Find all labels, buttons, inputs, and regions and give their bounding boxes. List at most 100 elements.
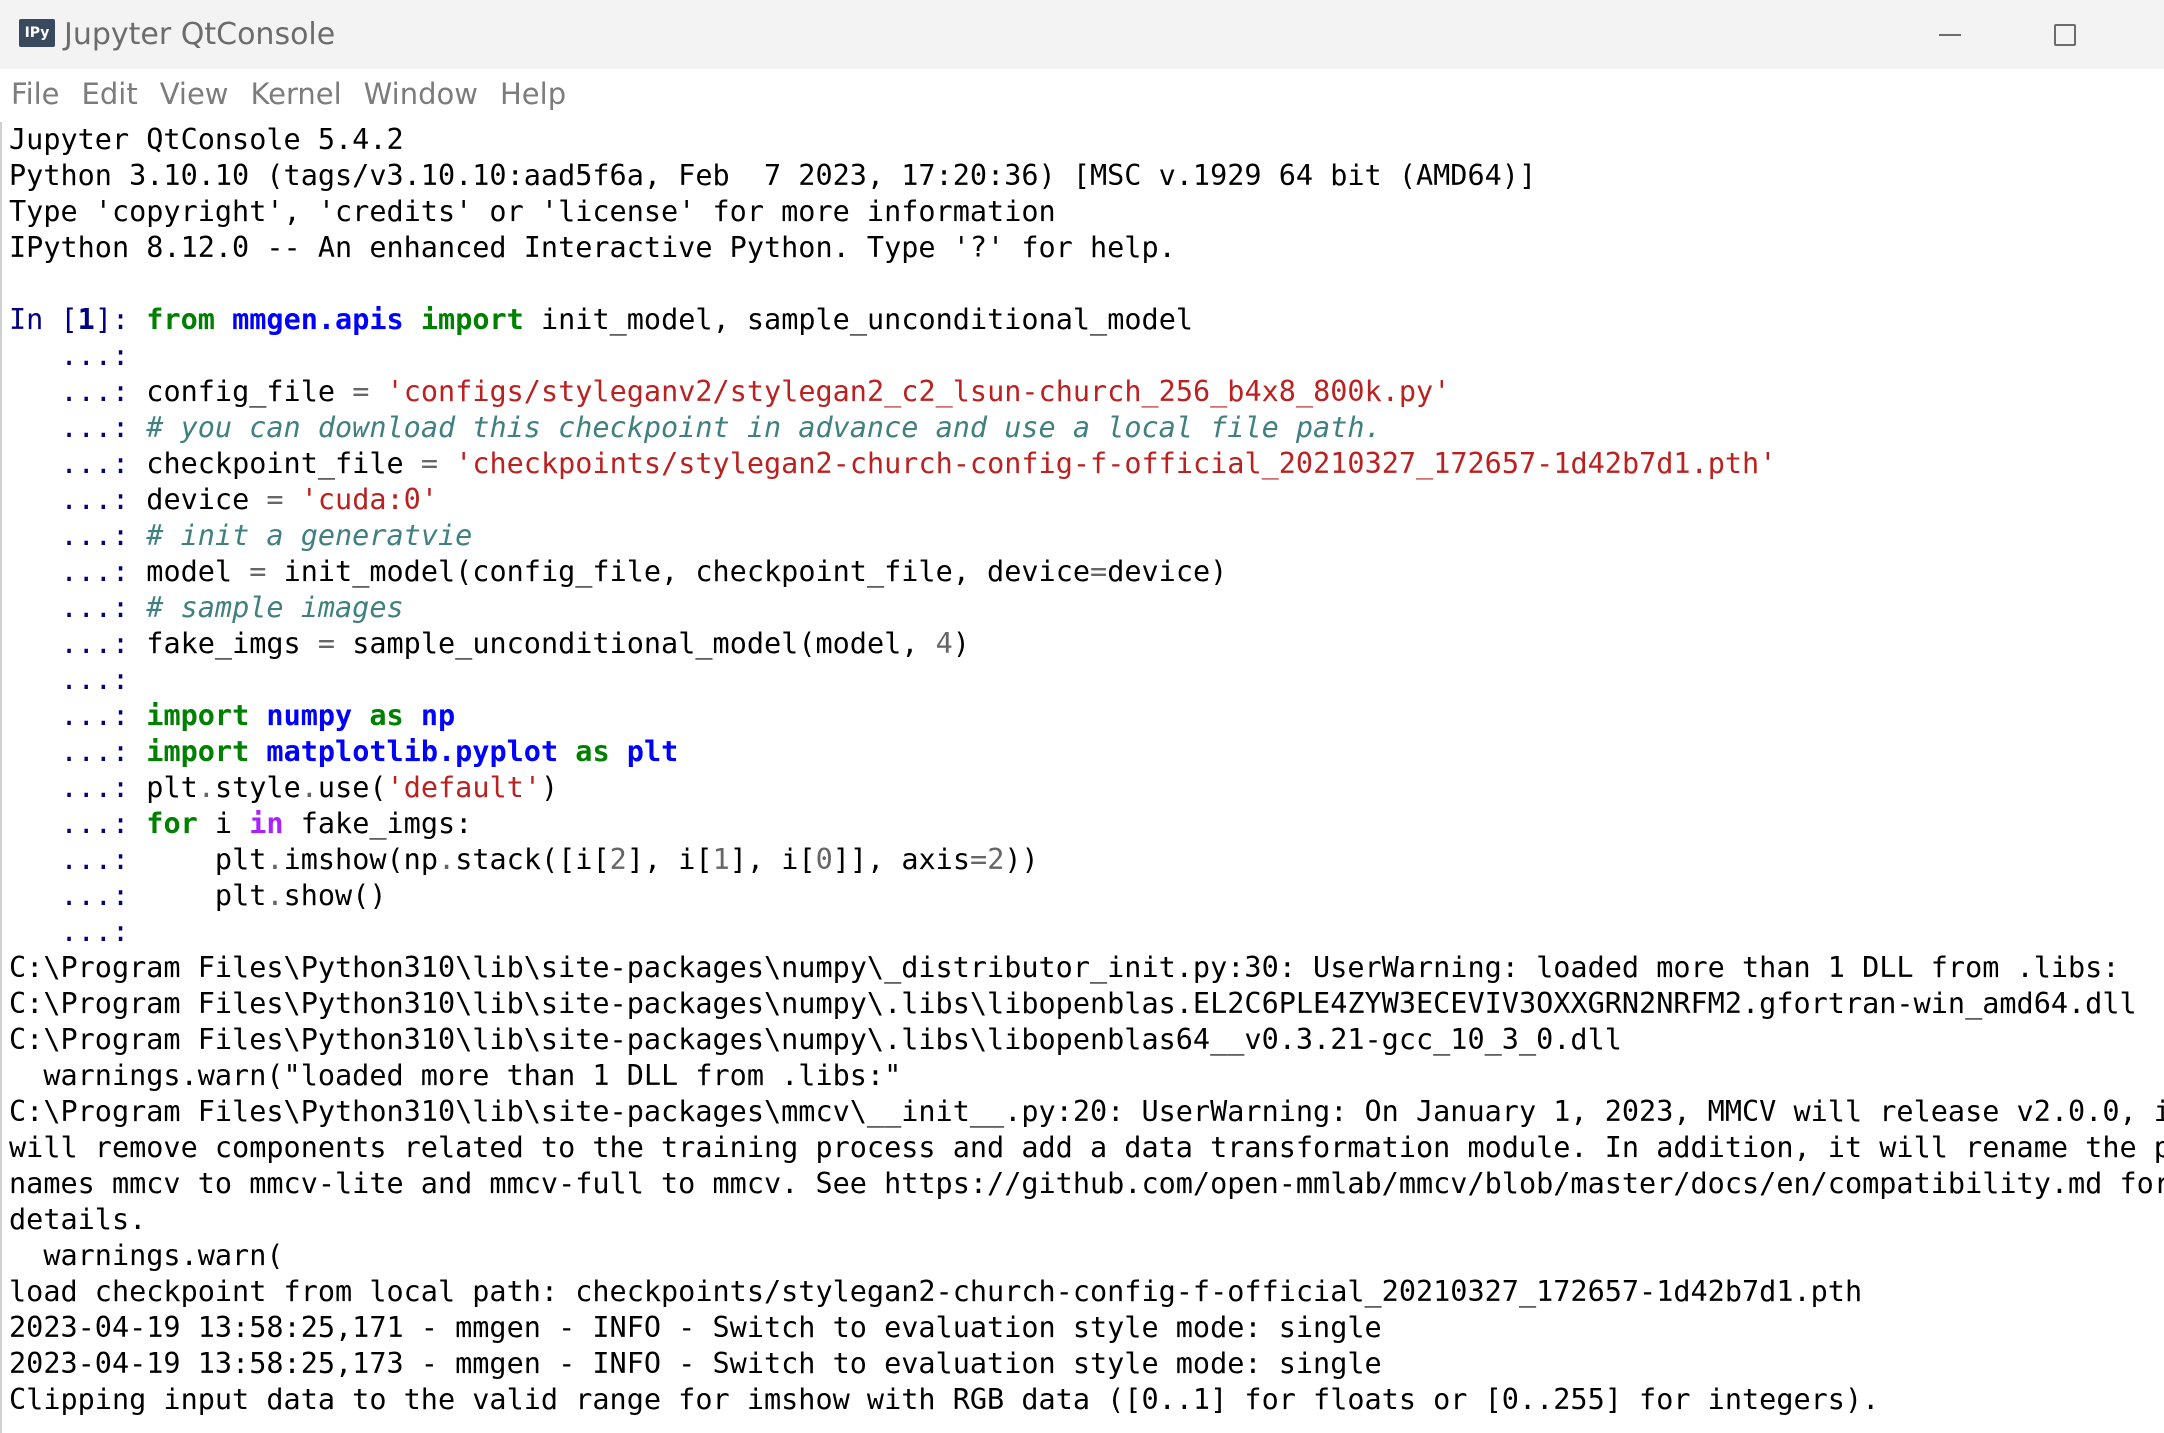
- continuation-prompt: ...:: [9, 447, 147, 480]
- number-literal: 2: [987, 843, 1005, 876]
- code-text: imshow(np: [283, 843, 439, 876]
- code-text: config_file: [146, 375, 353, 408]
- number-literal: 2: [609, 843, 627, 876]
- code-text: model: [146, 555, 250, 588]
- continuation-line: ...: model = init_model(config_file, che…: [9, 554, 2164, 590]
- operator: =: [266, 483, 284, 516]
- continuation-line: ...: config_file = 'configs/styleganv2/s…: [9, 374, 2164, 410]
- continuation-line: ...:: [9, 914, 2164, 950]
- code-text: ): [952, 627, 970, 660]
- continuation-line: ...: fake_imgs = sample_unconditional_mo…: [9, 626, 2164, 662]
- operator: =: [970, 843, 988, 876]
- keyword: import: [146, 699, 250, 732]
- code-text: ]], axis: [832, 843, 971, 876]
- code-text: ], i[: [729, 843, 816, 876]
- menu-kernel[interactable]: Kernel: [251, 77, 342, 111]
- output-line: details.: [9, 1203, 147, 1236]
- banner-line: Jupyter QtConsole 5.4.2: [9, 123, 404, 156]
- operator: .: [438, 843, 456, 876]
- number-literal: 0: [815, 843, 833, 876]
- code-text: plt: [214, 879, 267, 912]
- banner-line: Python 3.10.10 (tags/v3.10.10:aad5f6a, F…: [9, 159, 1537, 192]
- continuation-prompt: ...:: [9, 483, 147, 516]
- code-text: fake_imgs: [146, 627, 318, 660]
- code-text: style: [214, 771, 301, 804]
- continuation-line: ...: for i in fake_imgs:: [9, 806, 2164, 842]
- code-text: )): [1004, 843, 1039, 876]
- minimize-button[interactable]: [1905, 0, 1995, 69]
- code-text: checkpoint_file: [146, 447, 421, 480]
- banner-line: IPython 8.12.0 -- An enhanced Interactiv…: [9, 231, 1176, 264]
- continuation-prompt: ...:: [9, 591, 147, 624]
- operator: =: [420, 447, 438, 480]
- continuation-prompt: ...:: [9, 627, 147, 660]
- output-line: C:\Program Files\Python310\lib\site-pack…: [9, 987, 2137, 1020]
- maximize-button[interactable]: [2020, 0, 2110, 69]
- output-line: C:\Program Files\Python310\lib\site-pack…: [9, 1023, 1622, 1056]
- code-text: init_model(config_file, checkpoint_file,…: [266, 555, 1091, 588]
- continuation-prompt: ...:: [9, 879, 147, 912]
- operator: .: [266, 843, 284, 876]
- keyword: in: [249, 807, 284, 840]
- continuation-line: ...: device = 'cuda:0': [9, 482, 2164, 518]
- number-literal: 4: [935, 627, 953, 660]
- code-text: i: [197, 807, 250, 840]
- code-text: ], i[: [626, 843, 713, 876]
- output-line: load checkpoint from local path: checkpo…: [9, 1275, 1863, 1308]
- keyword: from: [146, 303, 215, 336]
- continuation-prompt: ...:: [9, 735, 147, 768]
- prompt-label: In [: [9, 303, 78, 336]
- keyword: for: [146, 807, 198, 840]
- continuation-line: ...: # init a generatvie: [9, 518, 2164, 554]
- continuation-line: ...:: [9, 338, 2164, 374]
- keyword: as: [575, 735, 610, 768]
- code-text: fake_imgs:: [283, 807, 473, 840]
- string-literal: 'checkpoints/stylegan2-church-config-f-o…: [455, 447, 1777, 480]
- code-text: ): [540, 771, 559, 804]
- operator: .: [197, 771, 215, 804]
- code-text: use(: [317, 771, 387, 804]
- continuation-prompt: ...:: [9, 411, 147, 444]
- output-line: warnings.warn("loaded more than 1 DLL fr…: [9, 1059, 902, 1092]
- output-line: 2023-04-19 13:58:25,173 - mmgen - INFO -…: [9, 1347, 1382, 1380]
- keyword: as: [369, 699, 404, 732]
- console-area[interactable]: Jupyter QtConsole 5.4.2 Python 3.10.10 (…: [0, 122, 2164, 1433]
- menu-view[interactable]: View: [160, 77, 229, 111]
- continuation-line: ...: plt.show(): [9, 878, 2164, 914]
- code-text: show(): [283, 879, 387, 912]
- continuation-prompt: ...:: [9, 843, 147, 876]
- keyword: import: [420, 303, 524, 336]
- prompt-number: 1: [77, 303, 95, 336]
- string-literal: 'default': [386, 771, 541, 804]
- operator: .: [300, 771, 318, 804]
- continuation-line: ...: checkpoint_file = 'checkpoints/styl…: [9, 446, 2164, 482]
- continuation-line: ...:: [9, 662, 2164, 698]
- code-text: plt: [146, 771, 198, 804]
- operator: =: [1090, 555, 1108, 588]
- number-literal: 1: [712, 843, 730, 876]
- console-text: Jupyter QtConsole 5.4.2 Python 3.10.10 (…: [9, 122, 2164, 1418]
- continuation-line: ...: # sample images: [9, 590, 2164, 626]
- continuation-prompt: ...:: [9, 339, 147, 372]
- code-comment: # sample images: [146, 591, 404, 624]
- menu-edit[interactable]: Edit: [82, 77, 138, 111]
- continuation-line: ...: # you can download this checkpoint …: [9, 410, 2164, 446]
- string-literal: 'cuda:0': [300, 483, 439, 516]
- module-name: np: [420, 699, 456, 732]
- output-line: warnings.warn(: [9, 1239, 284, 1272]
- continuation-prompt: ...:: [9, 519, 147, 552]
- title-bar: IPy Jupyter QtConsole: [0, 0, 2164, 69]
- operator: .: [266, 879, 284, 912]
- code-text: stack([i[: [455, 843, 610, 876]
- keyword: import: [146, 735, 250, 768]
- menu-window[interactable]: Window: [364, 77, 478, 111]
- code-text: device: [146, 483, 267, 516]
- menu-help[interactable]: Help: [500, 77, 566, 111]
- menu-file[interactable]: File: [11, 77, 60, 111]
- maximize-icon: [2054, 23, 2076, 46]
- continuation-prompt: ...:: [9, 663, 147, 696]
- output-line: C:\Program Files\Python310\lib\site-pack…: [9, 951, 2120, 984]
